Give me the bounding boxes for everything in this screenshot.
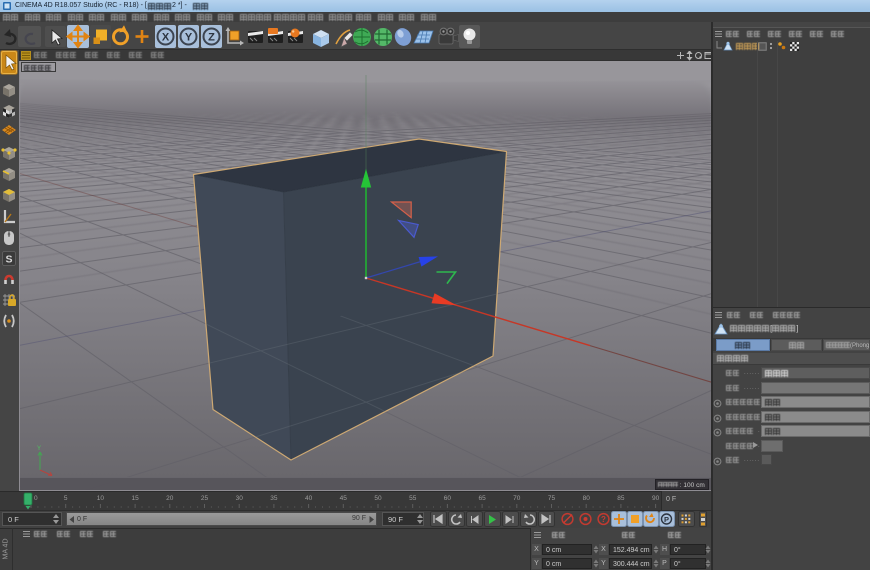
svg-text:55: 55 (409, 495, 417, 502)
svg-text:0: 0 (34, 495, 38, 502)
svg-text:50: 50 (374, 495, 382, 502)
svg-text:65: 65 (478, 495, 486, 502)
svg-text:20: 20 (166, 495, 174, 502)
svg-text:X: X (162, 32, 170, 44)
svg-text:90: 90 (652, 495, 660, 502)
svg-text:60: 60 (444, 495, 452, 502)
svg-text:Y: Y (185, 32, 193, 44)
svg-text:15: 15 (131, 495, 139, 502)
svg-text:80: 80 (583, 495, 591, 502)
svg-text:85: 85 (617, 495, 625, 502)
svg-text:10: 10 (97, 495, 105, 502)
svg-text:45: 45 (340, 495, 348, 502)
svg-text:35: 35 (270, 495, 278, 502)
svg-text:75: 75 (548, 495, 556, 502)
svg-text:30: 30 (236, 495, 244, 502)
svg-text:?: ? (601, 515, 606, 524)
svg-text:Y: Y (37, 446, 41, 452)
svg-text:40: 40 (305, 495, 313, 502)
svg-text:25: 25 (201, 495, 209, 502)
svg-text:70: 70 (513, 495, 521, 502)
svg-text:5: 5 (64, 495, 68, 502)
svg-text:P: P (664, 515, 669, 524)
svg-text:S: S (5, 254, 12, 266)
svg-text:Z: Z (208, 32, 215, 44)
